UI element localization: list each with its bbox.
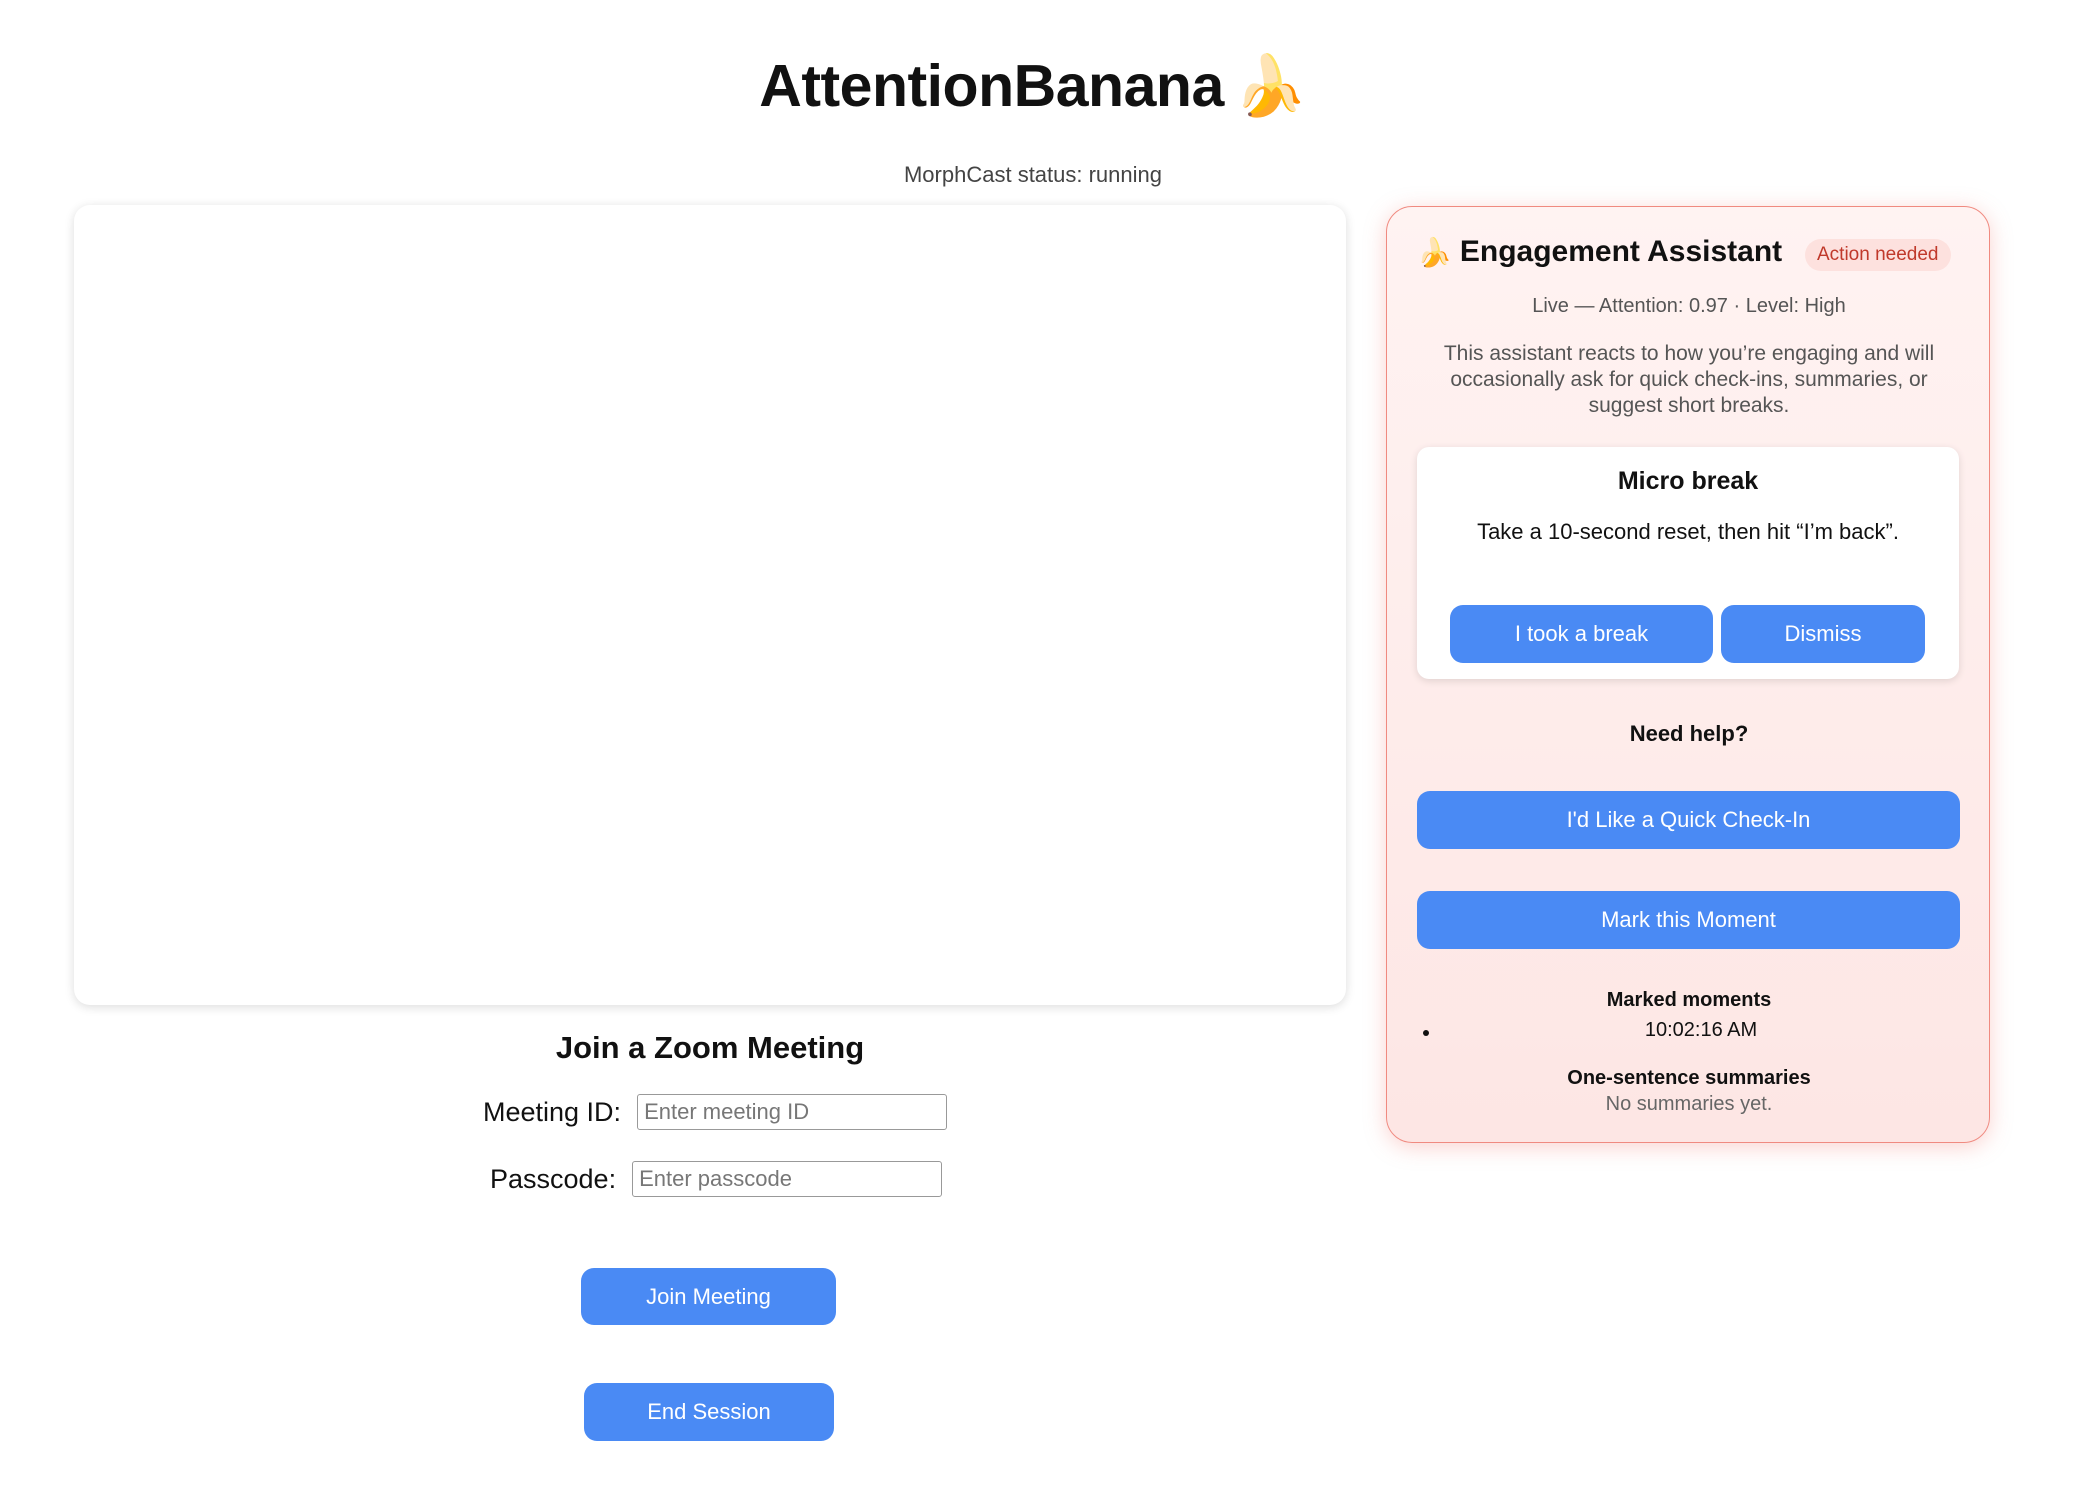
- panel-title: Engagement Assistant: [1459, 235, 1783, 268]
- join-title: Join a Zoom Meeting: [555, 1030, 865, 1065]
- passcode-input[interactable]: [632, 1161, 943, 1197]
- marked-moment-item: 10:02:16 AM: [1417, 1019, 1961, 1042]
- marked-moments-heading: Marked moments: [1606, 989, 1772, 1011]
- quick-check-in-button[interactable]: I'd Like a Quick Check-In: [1417, 791, 1960, 849]
- meeting-id-label: Meeting ID:: [483, 1096, 622, 1127]
- banana-icon: 🍌: [1233, 53, 1307, 119]
- passcode-label: Passcode:: [490, 1163, 617, 1194]
- meeting-id-row: Meeting ID:: [483, 1094, 948, 1130]
- app-page: AttentionBanana 🍌 MorphCast status: runni…: [0, 0, 2086, 1490]
- passcode-row: Passcode:: [490, 1161, 943, 1197]
- micro-break-card: Micro break Take a 10-second reset, then…: [1417, 447, 1959, 679]
- app-title-text: AttentionBanana: [759, 53, 1224, 119]
- meeting-id-input[interactable]: [637, 1094, 948, 1130]
- dismiss-button[interactable]: Dismiss: [1721, 605, 1925, 663]
- engagement-assistant-panel: 🍌 Engagement Assistant Action needed Liv…: [1386, 206, 1990, 1143]
- mark-moment-button[interactable]: Mark this Moment: [1417, 891, 1960, 949]
- micro-break-text: Take a 10-second reset, then hit “I’m ba…: [1477, 519, 1899, 544]
- action-needed-badge: Action needed: [1805, 239, 1951, 271]
- join-meeting-button[interactable]: Join Meeting: [581, 1268, 836, 1325]
- end-session-button[interactable]: End Session: [584, 1383, 834, 1441]
- assistant-description: This assistant reacts to how you’re enga…: [1443, 342, 1935, 417]
- join-section: Join a Zoom Meeting: [74, 1030, 1346, 1066]
- app-title: AttentionBanana 🍌: [0, 52, 2066, 121]
- need-help-heading: Need help?: [1629, 721, 1749, 746]
- live-attention-status: Live — Attention: 0.97 · Level: High: [1532, 295, 1846, 317]
- took-break-button[interactable]: I took a break: [1450, 605, 1713, 663]
- summaries-heading: One-sentence summaries: [1567, 1067, 1811, 1089]
- panel-header: 🍌 Engagement Assistant: [1417, 235, 1782, 269]
- micro-break-title: Micro break: [1617, 467, 1759, 495]
- summaries-empty-text: No summaries yet.: [1605, 1093, 1773, 1115]
- morphcast-status: MorphCast status: running: [903, 162, 1163, 187]
- marked-moment-time: 10:02:16 AM: [1644, 1019, 1758, 1041]
- bullet-icon: [1423, 1030, 1429, 1036]
- video-area: [74, 205, 1346, 1005]
- marked-moments-list: 10:02:16 AM: [1417, 1019, 1961, 1042]
- banana-icon: 🍌: [1417, 236, 1452, 268]
